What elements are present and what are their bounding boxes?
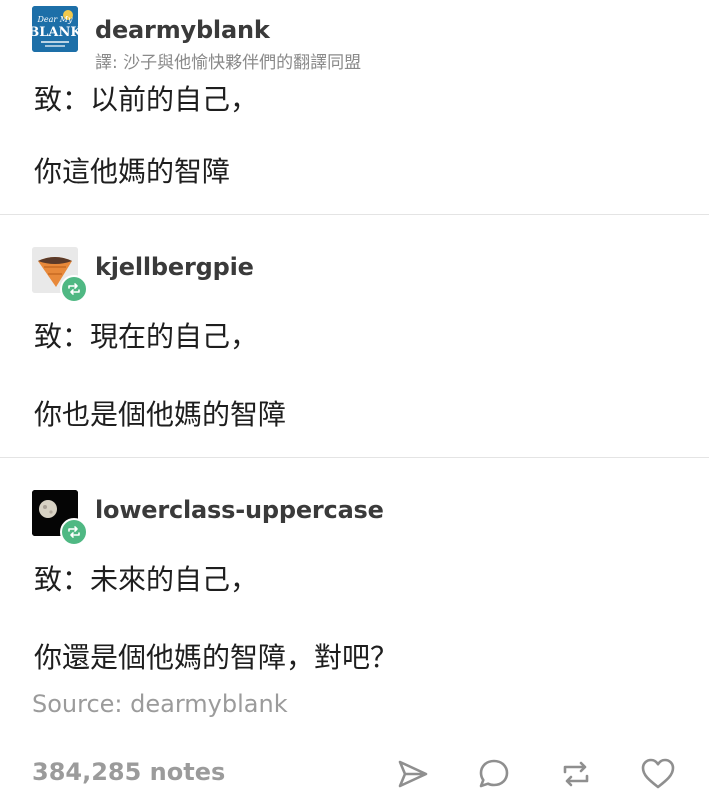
avatar-dearmyblank[interactable]: Dear My BLANK [28,6,82,52]
post-line-1: 致：未來的自己， [34,563,259,596]
avatar-lowerclass-uppercase[interactable] [32,490,88,546]
source-link[interactable]: Source: dearmyblank [32,690,288,718]
reblog-button[interactable] [556,754,596,794]
reply-button[interactable] [474,754,514,794]
post-lowerclass-uppercase: lowerclass-uppercase 致：未來的自己， 你還是個他媽的智障，… [0,458,709,698]
post-line-1: 致：以前的自己， [34,83,259,116]
reblog-icon [563,761,589,787]
like-button[interactable] [638,754,678,794]
comment-icon [479,759,509,788]
heart-icon [641,758,675,789]
username[interactable]: lowerclass-uppercase [95,496,384,524]
share-button[interactable] [393,754,433,794]
avatar-kjellbergpie[interactable] [32,247,88,303]
reblog-badge [60,518,88,546]
blank-logo-icon: Dear My BLANK [28,6,82,52]
post-kjellbergpie: kjellbergpie 致：現在的自己， 你也是個他媽的智障 [0,215,709,457]
username[interactable]: dearmyblank [95,16,270,44]
post-dearmyblank: Dear My BLANK dearmyblank 譯: 沙子與他愉快夥伴們的翻… [0,0,709,214]
notes-count[interactable]: 384,285 notes [32,758,225,786]
avatar-logo-top: Dear My [37,15,73,24]
reblog-badge [60,275,88,303]
post-line-1: 致：現在的自己， [34,320,259,353]
reblog-badge-icon [68,283,80,295]
send-icon [398,760,428,788]
post-line-2: 你還是個他媽的智障，對吧？ [34,641,399,674]
translator-credit: 譯: 沙子與他愉快夥伴們的翻譯同盟 [95,53,362,73]
post-line-2: 你也是個他媽的智障 [34,398,287,431]
post-line-2: 你這他媽的智障 [34,155,231,188]
reblog-badge-icon [68,526,80,538]
avatar-logo-main: BLANK [32,25,78,40]
username[interactable]: kjellbergpie [95,253,254,281]
